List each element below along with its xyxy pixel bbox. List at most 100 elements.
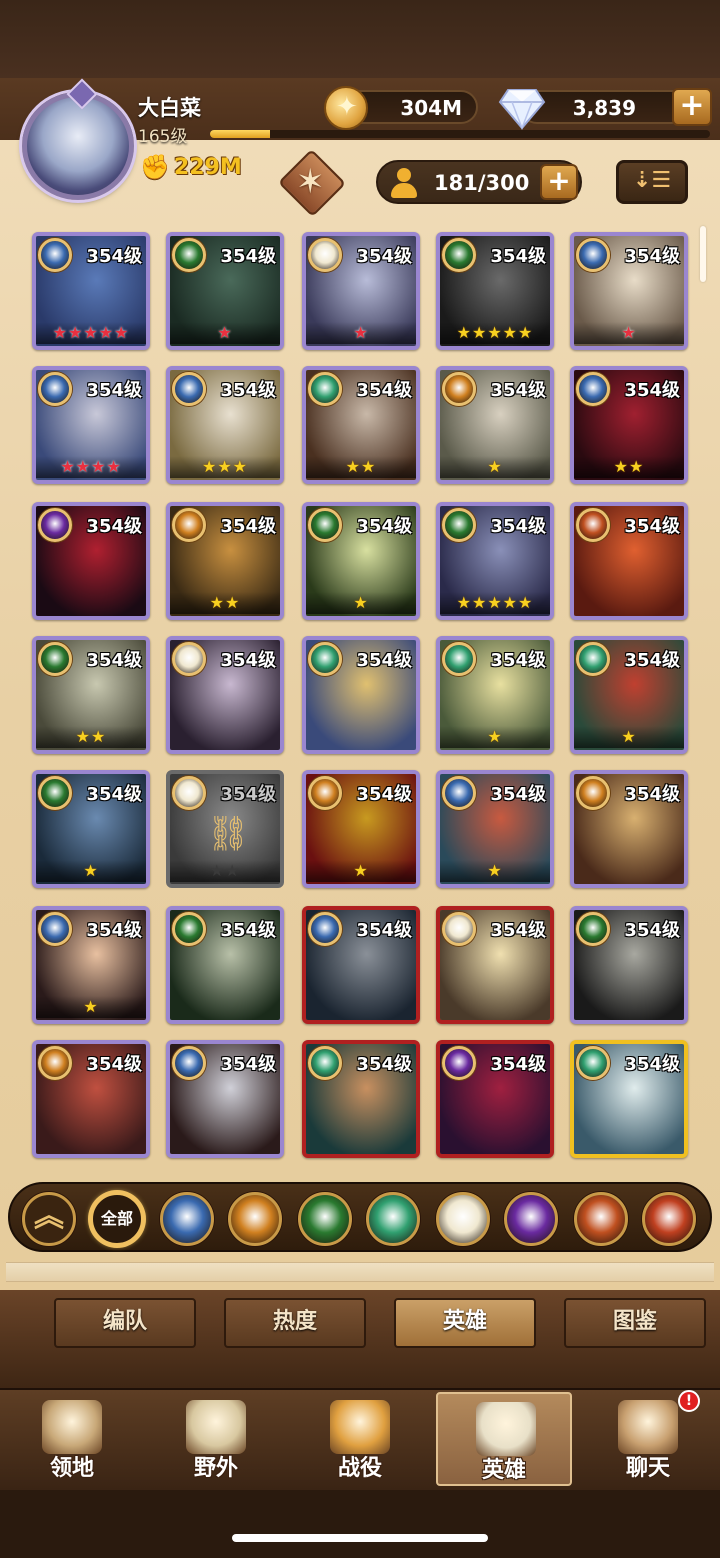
nav-battle-sword[interactable]: 战役 — [292, 1392, 428, 1486]
subtab-2[interactable]: 英雄 — [394, 1298, 536, 1348]
filter-graveborn-icon[interactable] — [366, 1192, 420, 1246]
hero-card[interactable]: 354级 — [302, 636, 420, 754]
hero-level: 354级 — [86, 246, 142, 267]
hero-level: 354级 — [220, 650, 276, 671]
gold-value: 304M — [400, 96, 462, 120]
subtab-3[interactable]: 图鉴 — [564, 1298, 706, 1348]
xp-bar-fill — [210, 130, 270, 138]
hero-card[interactable]: 354级 — [436, 1040, 554, 1158]
hero-grid: 354级 ★★★★★ 354级 ★ 354级 ★ 354级 ★★★★★ 354级 ★ 354级 ★★★… — [32, 232, 692, 1162]
player-name: 大白菜 — [138, 96, 201, 120]
hero-card[interactable]: 354级 — [166, 636, 284, 754]
filter-dragon-icon[interactable] — [642, 1192, 696, 1246]
buy-diamonds-button[interactable]: + — [672, 88, 712, 126]
hero-card[interactable]: 354级 — [32, 502, 150, 620]
lightbearer-faction-icon — [38, 372, 72, 406]
nav-hero-helmet[interactable]: 英雄 — [436, 1392, 572, 1486]
hero-card[interactable]: 354级 ★★ — [32, 636, 150, 754]
hero-level: 354级 — [356, 246, 412, 267]
hero-card[interactable]: 354级 ★★ — [166, 502, 284, 620]
hero-card[interactable]: 354级 ★ — [32, 770, 150, 888]
hero-stars: ★ — [170, 322, 280, 344]
hero-card[interactable]: 354级 ★★★★★ — [436, 502, 554, 620]
hero-card[interactable]: 354级 ★ — [570, 636, 688, 754]
hero-level: 354级 — [624, 920, 680, 941]
hero-level: 354级 — [86, 1054, 142, 1075]
filter-dimensional-icon[interactable] — [574, 1192, 628, 1246]
filter-hypogean-icon[interactable] — [504, 1192, 558, 1246]
hero-card[interactable]: 354级 — [570, 770, 688, 888]
scroll-up-button[interactable]: ︽ — [22, 1192, 76, 1246]
hero-level: 354级 — [356, 516, 412, 537]
hero-level: 354级 — [356, 380, 412, 401]
hero-card[interactable]: 354级 — [302, 1040, 420, 1158]
map-scroll-icon — [186, 1400, 246, 1454]
filter-all-button[interactable]: 全部 — [90, 1192, 144, 1246]
roster-count: 181/300 — [434, 171, 530, 195]
hero-stars: ★★ — [170, 860, 280, 882]
hero-card[interactable]: 354级 ★★★★ — [32, 366, 150, 484]
hero-stars: ★ — [306, 322, 416, 344]
hero-card[interactable]: ⛓ 354级 ★★ — [166, 770, 284, 888]
hero-card[interactable]: 354级 ★ — [32, 906, 150, 1024]
expand-roster-button[interactable]: + — [540, 164, 578, 200]
hero-level: 354级 — [490, 784, 546, 805]
hero-card[interactable]: 354级 ★ — [570, 232, 688, 350]
hero-list-scrollbar[interactable] — [700, 226, 706, 282]
hero-level: 354级 — [624, 516, 680, 537]
hero-level: 354级 — [86, 380, 142, 401]
hero-level: 354级 — [490, 650, 546, 671]
sort-button[interactable]: ⇣☰ — [616, 160, 688, 204]
celestial-faction-icon — [308, 238, 342, 272]
dimensional-faction-icon — [576, 508, 610, 542]
hero-card[interactable]: 354级 ★ — [436, 770, 554, 888]
hero-card[interactable]: 354级 — [570, 906, 688, 1024]
filter-mauler-icon[interactable] — [228, 1192, 282, 1246]
wilder-faction-icon — [172, 238, 206, 272]
hero-card[interactable]: 354级 ★ — [436, 636, 554, 754]
hero-level: 354级 — [220, 380, 276, 401]
filter-lightbearer-icon[interactable] — [160, 1192, 214, 1246]
hero-card[interactable]: 354级 ★ — [302, 770, 420, 888]
hero-card[interactable]: 354级 — [570, 502, 688, 620]
combat-power-value: 229M — [173, 154, 242, 180]
hero-card[interactable]: 354级 — [166, 906, 284, 1024]
hero-card[interactable]: 354级 ★★★★★ — [32, 232, 150, 350]
hypogean-faction-icon — [442, 1046, 476, 1080]
hero-level: 354级 — [220, 246, 276, 267]
hero-card[interactable]: 354级 — [32, 1040, 150, 1158]
hero-card[interactable]: 354级 — [166, 1040, 284, 1158]
hero-card[interactable]: 354级 ★ — [302, 502, 420, 620]
filter-celestial-icon[interactable] — [436, 1192, 490, 1246]
graveborn-faction-icon — [308, 1046, 342, 1080]
hero-card[interactable]: 354级 — [302, 906, 420, 1024]
hero-stars: ★★★ — [170, 456, 280, 478]
status-bar-area — [0, 0, 720, 80]
home-indicator[interactable] — [232, 1534, 488, 1542]
filter-wilder-icon[interactable] — [298, 1192, 352, 1246]
diamond-value: 3,839 — [572, 96, 636, 120]
nav-castle[interactable]: 领地 — [4, 1392, 140, 1486]
nav-label: 英雄 — [481, 1458, 526, 1483]
nav-map-scroll[interactable]: 野外 — [148, 1392, 284, 1486]
hero-card[interactable]: 354级 ★★★ — [166, 366, 284, 484]
hero-stars: ★★★★ — [36, 456, 146, 478]
player-avatar[interactable] — [22, 78, 134, 200]
hero-card[interactable]: 354级 ★★★★★ — [436, 232, 554, 350]
lightbearer-faction-icon — [38, 238, 72, 272]
fist-icon: ✊ — [140, 153, 170, 181]
subtab-0[interactable]: 编队 — [54, 1298, 196, 1348]
wilder-faction-icon — [442, 238, 476, 272]
hero-card[interactable]: 354级 ★ — [436, 366, 554, 484]
hero-level: 354级 — [220, 1054, 276, 1075]
hero-card[interactable]: 354级 — [436, 906, 554, 1024]
hero-stars: ★ — [574, 322, 684, 344]
hero-card[interactable]: 354级 ★★ — [570, 366, 688, 484]
hero-card[interactable]: 354级 ★ — [166, 232, 284, 350]
subtab-1[interactable]: 热度 — [224, 1298, 366, 1348]
chain-link-icon: ⛓ — [206, 814, 250, 854]
hero-card[interactable]: 354级 ★★ — [302, 366, 420, 484]
hero-card[interactable]: 354级 — [570, 1040, 688, 1158]
panel-divider-ornament — [6, 1262, 714, 1282]
hero-card[interactable]: 354级 ★ — [302, 232, 420, 350]
